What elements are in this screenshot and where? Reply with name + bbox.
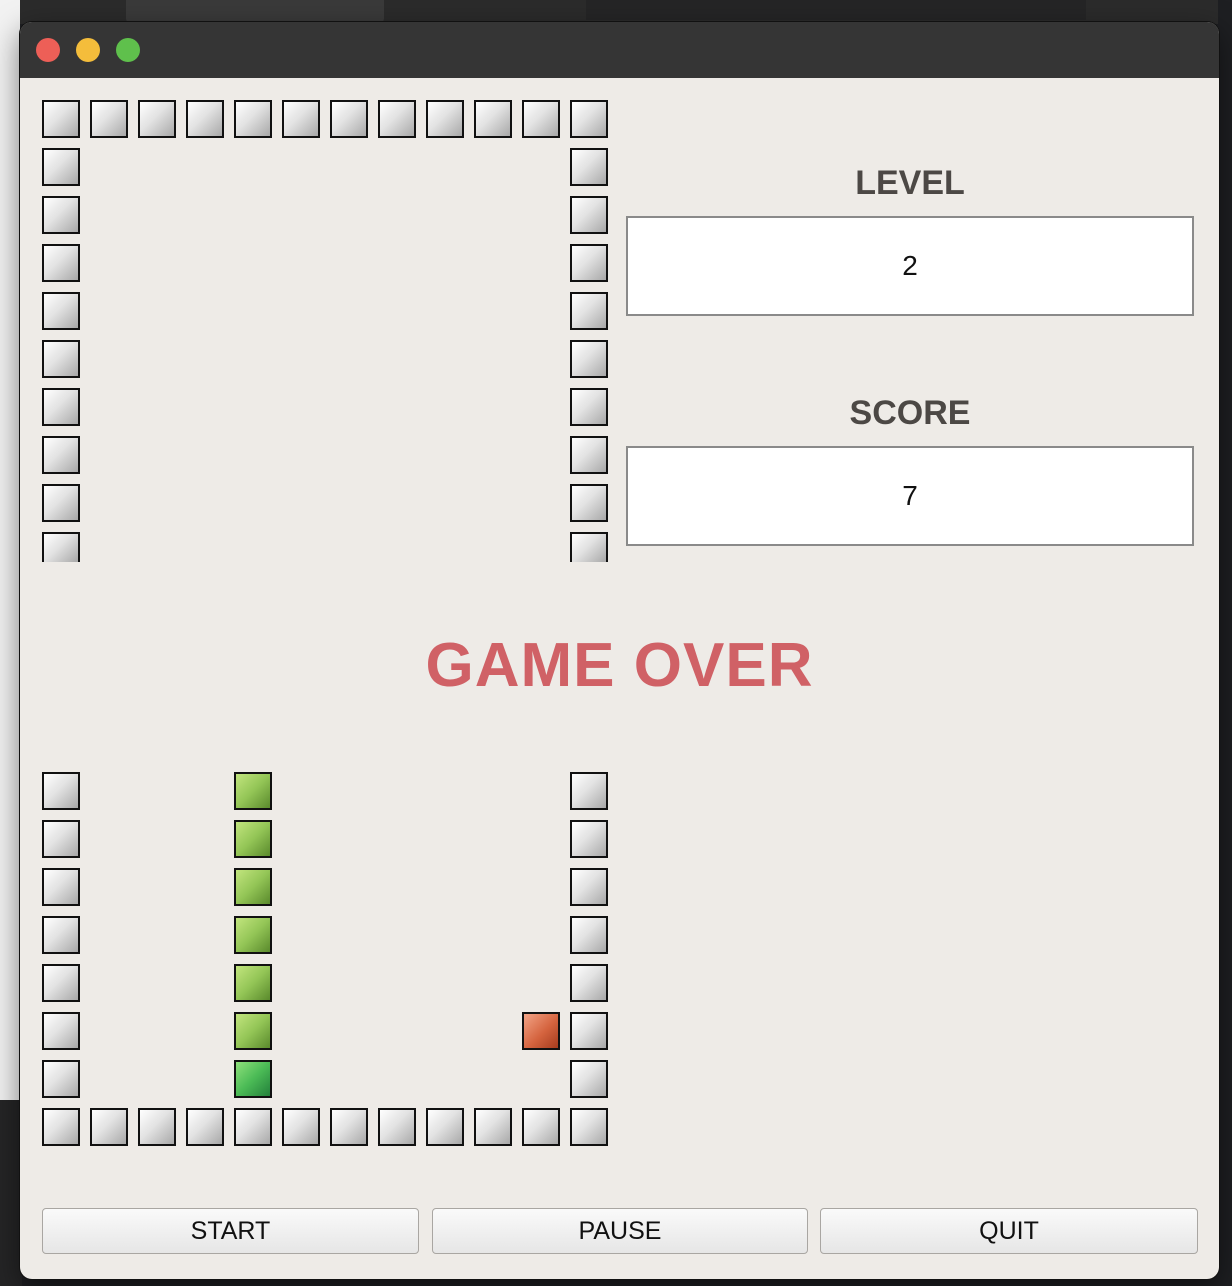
snake-body-segment <box>234 868 272 906</box>
wall-block <box>330 100 368 138</box>
wall-block <box>42 244 80 282</box>
wall-block <box>90 100 128 138</box>
wall-block <box>42 964 80 1002</box>
wall-block <box>570 436 608 474</box>
food-apple <box>522 1012 560 1050</box>
background-editor-tabbar <box>586 0 1086 20</box>
wall-block <box>570 340 608 378</box>
wall-block <box>234 1108 272 1146</box>
wall-block <box>42 820 80 858</box>
pause-button[interactable]: PAUSE <box>432 1208 808 1254</box>
level-label: LEVEL <box>855 164 965 202</box>
wall-block <box>138 100 176 138</box>
background-right-panel <box>1218 0 1232 1286</box>
wall-block <box>570 964 608 1002</box>
snake-body-segment <box>234 820 272 858</box>
wall-block <box>42 436 80 474</box>
wall-block <box>186 1108 224 1146</box>
wall-block <box>234 100 272 138</box>
wall-block <box>42 1108 80 1146</box>
wall-block <box>42 340 80 378</box>
wall-block <box>474 1108 512 1146</box>
wall-block <box>570 244 608 282</box>
wall-block <box>570 532 608 562</box>
wall-block <box>474 100 512 138</box>
wall-block <box>570 484 608 522</box>
snake-body-segment <box>234 772 272 810</box>
wall-block <box>42 484 80 522</box>
wall-block <box>42 868 80 906</box>
score-value-field: 7 <box>626 446 1194 546</box>
wall-block <box>522 1108 560 1146</box>
wall-block <box>42 100 80 138</box>
zoom-window-button[interactable] <box>116 38 140 62</box>
wall-block <box>570 292 608 330</box>
wall-block <box>186 100 224 138</box>
title-bar[interactable] <box>20 22 1219 78</box>
wall-block <box>42 388 80 426</box>
snake-body-segment <box>234 1012 272 1050</box>
snake-body-segment <box>234 916 272 954</box>
game-window: LEVEL 2 SCORE 7 GAME OVER START PAUSE QU… <box>20 22 1219 1279</box>
game-over-text: GAME OVER <box>425 631 814 700</box>
quit-button[interactable]: QUIT <box>820 1208 1198 1254</box>
wall-block <box>42 148 80 186</box>
wall-block <box>90 1108 128 1146</box>
wall-block <box>282 1108 320 1146</box>
wall-block <box>378 100 416 138</box>
snake-head <box>234 1060 272 1098</box>
wall-block <box>570 868 608 906</box>
background-copy-button <box>126 0 384 24</box>
background-left-dark-panel <box>0 1100 22 1286</box>
wall-block <box>570 772 608 810</box>
background-left-panel <box>0 0 20 1286</box>
level-value-field: 2 <box>626 216 1194 316</box>
wall-block <box>42 1060 80 1098</box>
wall-block <box>570 1060 608 1098</box>
start-button[interactable]: START <box>42 1208 419 1254</box>
wall-block <box>378 1108 416 1146</box>
wall-block <box>570 916 608 954</box>
wall-block <box>42 1012 80 1050</box>
wall-block <box>42 196 80 234</box>
minimize-window-button[interactable] <box>76 38 100 62</box>
wall-block <box>570 388 608 426</box>
wall-block <box>42 916 80 954</box>
wall-block <box>522 100 560 138</box>
wall-block <box>426 100 464 138</box>
wall-block <box>570 148 608 186</box>
wall-block <box>42 532 80 562</box>
wall-block <box>570 1108 608 1146</box>
wall-block <box>138 1108 176 1146</box>
score-label: SCORE <box>849 394 971 432</box>
close-window-button[interactable] <box>36 38 60 62</box>
wall-block <box>570 100 608 138</box>
wall-block <box>42 772 80 810</box>
snake-body-segment <box>234 964 272 1002</box>
wall-block <box>570 820 608 858</box>
wall-block <box>330 1108 368 1146</box>
wall-block <box>570 1012 608 1050</box>
wall-block <box>42 292 80 330</box>
wall-block <box>426 1108 464 1146</box>
wall-block <box>282 100 320 138</box>
wall-block <box>570 196 608 234</box>
